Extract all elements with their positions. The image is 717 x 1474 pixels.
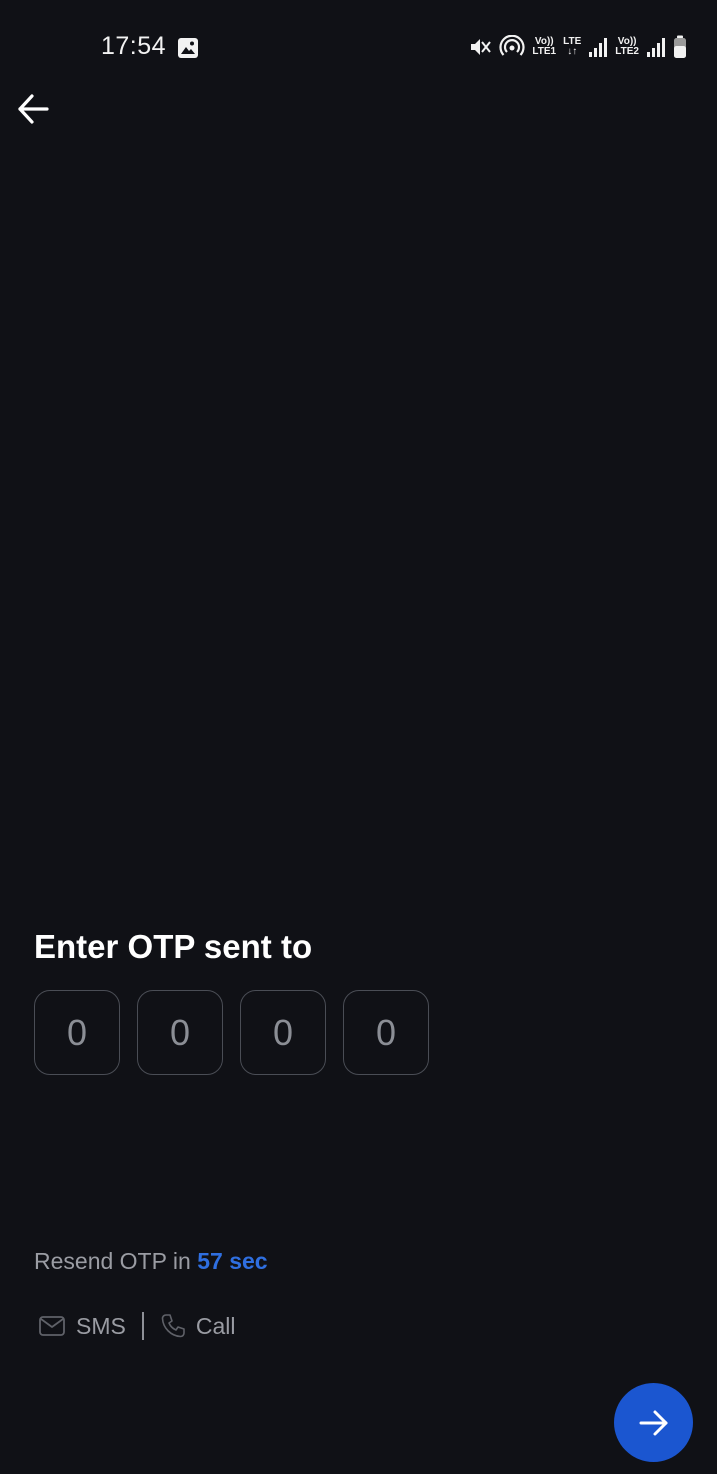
back-button[interactable] <box>10 86 56 132</box>
volte2-indicator: Vo)) LTE2 <box>615 37 639 57</box>
signal-icon <box>588 36 608 58</box>
status-time: 17:54 <box>101 32 167 60</box>
otp-digit-3[interactable]: 0 <box>240 990 326 1075</box>
sms-label: SMS <box>76 1312 126 1339</box>
hotspot-icon <box>499 35 525 59</box>
next-button[interactable] <box>614 1383 693 1462</box>
signal-icon <box>646 36 666 58</box>
call-option[interactable]: Call <box>160 1312 236 1340</box>
call-label: Call <box>195 1312 236 1339</box>
lte-indicator: LTE ↓↑ <box>563 37 581 57</box>
otp-channel-selector: SMS Call <box>38 1312 235 1340</box>
resend-timer: 57 sec <box>197 1248 268 1274</box>
data-arrows-icon: ↓↑ <box>567 46 578 57</box>
envelope-icon <box>39 1316 65 1336</box>
resend-prefix: Resend OTP in <box>34 1248 198 1274</box>
channel-divider <box>141 1312 144 1340</box>
battery-icon <box>673 35 687 59</box>
arrow-left-icon <box>18 94 49 124</box>
volte1-indicator: Vo)) LTE1 <box>532 37 556 57</box>
sms-option[interactable]: SMS <box>38 1313 126 1340</box>
phone-icon <box>161 1314 185 1338</box>
status-bar: 17:54 Vo)) LTE1 LTE ↓↑ Vo)) LTE2 <box>0 0 717 90</box>
otp-digit-2[interactable]: 0 <box>137 990 223 1075</box>
otp-digit-4[interactable]: 0 <box>343 990 429 1075</box>
resend-otp-text: Resend OTP in 57 sec <box>34 1248 268 1275</box>
arrow-right-icon <box>639 1410 667 1435</box>
otp-input-group: 0 0 0 0 <box>34 990 429 1075</box>
otp-digit-1[interactable]: 0 <box>34 990 120 1075</box>
gallery-icon <box>177 37 199 59</box>
volte1-bottom: LTE1 <box>532 46 557 57</box>
mute-icon <box>468 35 492 59</box>
volte2-bottom: LTE2 <box>615 46 639 57</box>
otp-title: Enter OTP sent to <box>34 928 313 965</box>
status-icons: Vo)) LTE1 LTE ↓↑ Vo)) LTE2 <box>468 34 687 60</box>
